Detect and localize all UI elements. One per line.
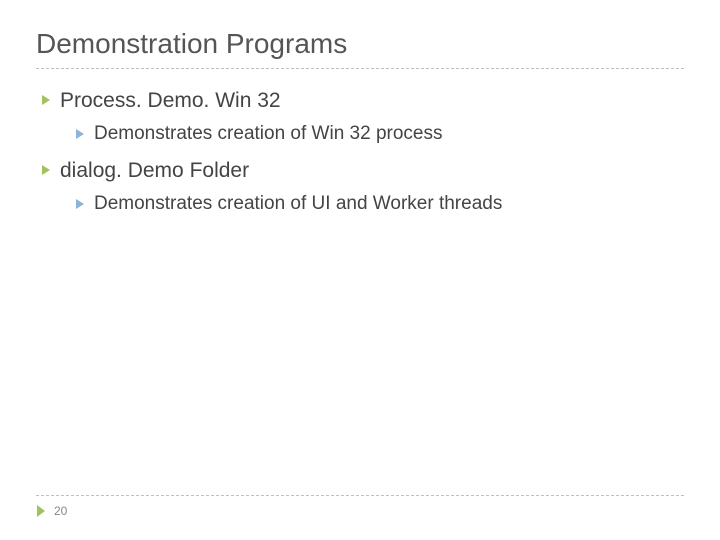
arrow-icon — [74, 198, 86, 210]
list-item: Demonstrates creation of UI and Worker t… — [74, 193, 684, 215]
title-divider — [36, 68, 684, 69]
page-marker-icon — [36, 504, 46, 518]
list-item: Process. Demo. Win 32 Demonstrates creat… — [40, 89, 684, 145]
arrow-icon — [40, 94, 52, 106]
list-item-label: dialog. Demo Folder — [60, 159, 249, 182]
sub-list: Demonstrates creation of Win 32 process — [60, 123, 684, 145]
bullet-list: Process. Demo. Win 32 Demonstrates creat… — [36, 89, 684, 215]
list-item-label: Demonstrates creation of Win 32 process — [94, 123, 443, 144]
footer-divider — [36, 495, 684, 496]
page-number: 20 — [54, 504, 67, 518]
slide: Demonstration Programs Process. Demo. Wi… — [0, 0, 720, 540]
sub-list: Demonstrates creation of UI and Worker t… — [60, 193, 684, 215]
list-item-label: Process. Demo. Win 32 — [60, 89, 281, 112]
slide-footer: 20 — [36, 495, 684, 518]
list-item: dialog. Demo Folder Demonstrates creatio… — [40, 159, 684, 215]
footer-bar: 20 — [36, 504, 684, 518]
arrow-icon — [74, 128, 86, 140]
list-item: Demonstrates creation of Win 32 process — [74, 123, 684, 145]
slide-title: Demonstration Programs — [36, 28, 684, 60]
list-item-label: Demonstrates creation of UI and Worker t… — [94, 193, 502, 214]
arrow-icon — [40, 164, 52, 176]
